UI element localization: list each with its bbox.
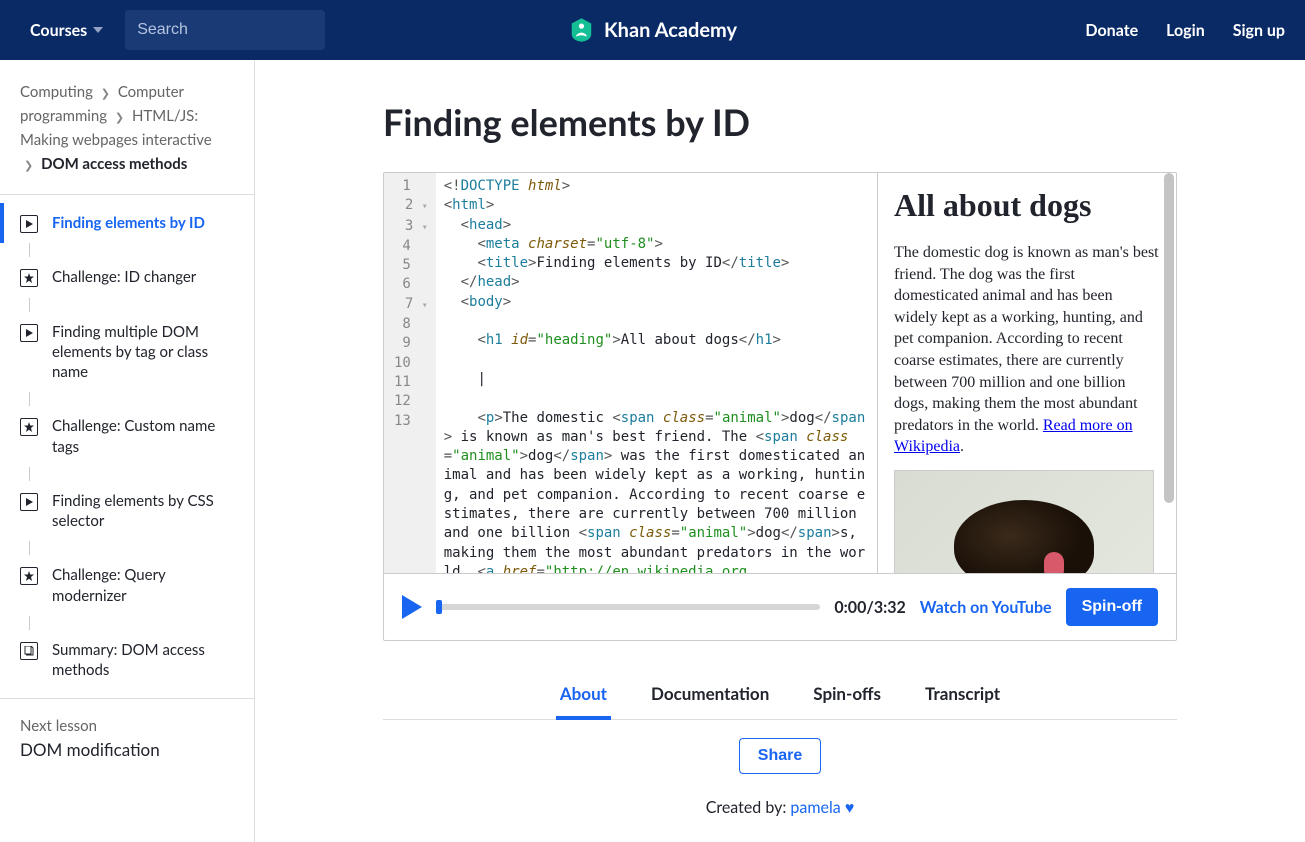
signup-link[interactable]: Sign up [1233, 21, 1285, 40]
lesson-item[interactable]: Finding elements by CSS selector [0, 481, 254, 542]
share-button[interactable]: Share [739, 738, 821, 774]
content-tabs: About Documentation Spin-offs Transcript [383, 671, 1177, 720]
preview-paragraph: The domestic dog is known as man's best … [894, 242, 1160, 458]
lesson-item[interactable]: Challenge: Custom name tags [0, 406, 254, 467]
video-icon [20, 493, 38, 511]
courses-dropdown[interactable]: Courses [20, 13, 113, 48]
courses-label: Courses [30, 21, 87, 40]
challenge-icon [20, 269, 38, 287]
author-link[interactable]: pamela [790, 798, 840, 817]
tab-documentation[interactable]: Documentation [647, 671, 773, 719]
lesson-item[interactable]: Challenge: ID changer [0, 257, 254, 297]
lesson-list: Finding elements by ID Challenge: ID chan… [0, 195, 254, 698]
lesson-item[interactable]: Finding elements by ID [0, 203, 254, 243]
brand-text: Khan Academy [604, 18, 737, 42]
lesson-item[interactable]: Challenge: Query modernizer [0, 555, 254, 616]
time-display: 0:00/3:32 [834, 598, 905, 617]
next-lesson-label: Next lesson [20, 717, 234, 735]
next-lesson-title: DOM modification [20, 739, 234, 760]
breadcrumb-link[interactable]: Computing [20, 83, 93, 101]
preview-image-puppy [894, 470, 1154, 573]
chevron-right-icon: ❯ [24, 159, 33, 172]
lesson-label: Finding elements by ID [52, 213, 205, 233]
line-gutter: 1 2 ▾ 3 ▾ 4 5 6 7 ▾ 8 9 10 11 12 13 [384, 173, 436, 573]
progress-bar[interactable] [436, 604, 820, 610]
editor-frame: 1 2 ▾ 3 ▾ 4 5 6 7 ▾ 8 9 10 11 12 13 <!DO… [383, 172, 1177, 641]
video-controls: 0:00/3:32 Watch on YouTube Spin-off [384, 573, 1176, 640]
spinoff-button[interactable]: Spin-off [1066, 588, 1158, 626]
breadcrumb-current: DOM access methods [41, 155, 187, 173]
video-icon [20, 324, 38, 342]
lesson-label: Finding multiple DOM elements by tag or … [52, 322, 236, 383]
lesson-label: Challenge: Custom name tags [52, 416, 236, 457]
brand[interactable]: Khan Academy [568, 17, 737, 43]
tab-transcript[interactable]: Transcript [921, 671, 1004, 719]
top-nav: Courses Khan Academy Donate Login Sign u… [0, 0, 1305, 60]
donate-link[interactable]: Donate [1085, 21, 1138, 40]
doc-icon [20, 642, 38, 660]
code-body[interactable]: <!DOCTYPE html> <html> <head> <meta char… [436, 173, 877, 573]
lesson-label: Challenge: ID changer [52, 267, 196, 287]
login-link[interactable]: Login [1166, 21, 1205, 40]
search-box[interactable] [125, 10, 325, 50]
lesson-label: Summary: DOM access methods [52, 640, 236, 681]
watch-youtube-link[interactable]: Watch on YouTube [920, 598, 1052, 617]
search-input[interactable] [137, 21, 344, 39]
video-icon [20, 215, 38, 233]
brand-logo-icon [568, 17, 594, 43]
preview-heading: All about dogs [894, 187, 1160, 224]
scrollbar[interactable] [1164, 173, 1174, 503]
tab-about[interactable]: About [556, 671, 611, 720]
lesson-item[interactable]: Finding multiple DOM elements by tag or … [0, 312, 254, 393]
heart-icon: ♥ [845, 798, 855, 817]
progress-thumb[interactable] [436, 600, 442, 614]
play-icon [402, 595, 422, 619]
breadcrumb: Computing ❯ Computer programming ❯ HTML/… [0, 80, 254, 195]
main-content: Finding elements by ID 1 2 ▾ 3 ▾ 4 5 6 7… [255, 60, 1305, 842]
caret-down-icon [93, 27, 103, 33]
preview-pane: All about dogs The domestic dog is known… [877, 173, 1176, 573]
lesson-label: Challenge: Query modernizer [52, 565, 236, 606]
challenge-icon [20, 567, 38, 585]
chevron-right-icon: ❯ [115, 111, 124, 124]
play-button[interactable] [402, 595, 422, 619]
page-title: Finding elements by ID [383, 100, 1177, 144]
next-lesson[interactable]: Next lesson DOM modification [0, 698, 254, 778]
lesson-item[interactable]: Summary: DOM access methods [0, 630, 254, 691]
created-by: Created by: pamela ♥ [383, 798, 1177, 818]
challenge-icon [20, 418, 38, 436]
chevron-right-icon: ❯ [101, 87, 110, 100]
tab-spinoffs[interactable]: Spin-offs [809, 671, 885, 719]
sidebar: Computing ❯ Computer programming ❯ HTML/… [0, 60, 255, 842]
code-editor[interactable]: 1 2 ▾ 3 ▾ 4 5 6 7 ▾ 8 9 10 11 12 13 <!DO… [384, 173, 877, 573]
lesson-label: Finding elements by CSS selector [52, 491, 236, 532]
